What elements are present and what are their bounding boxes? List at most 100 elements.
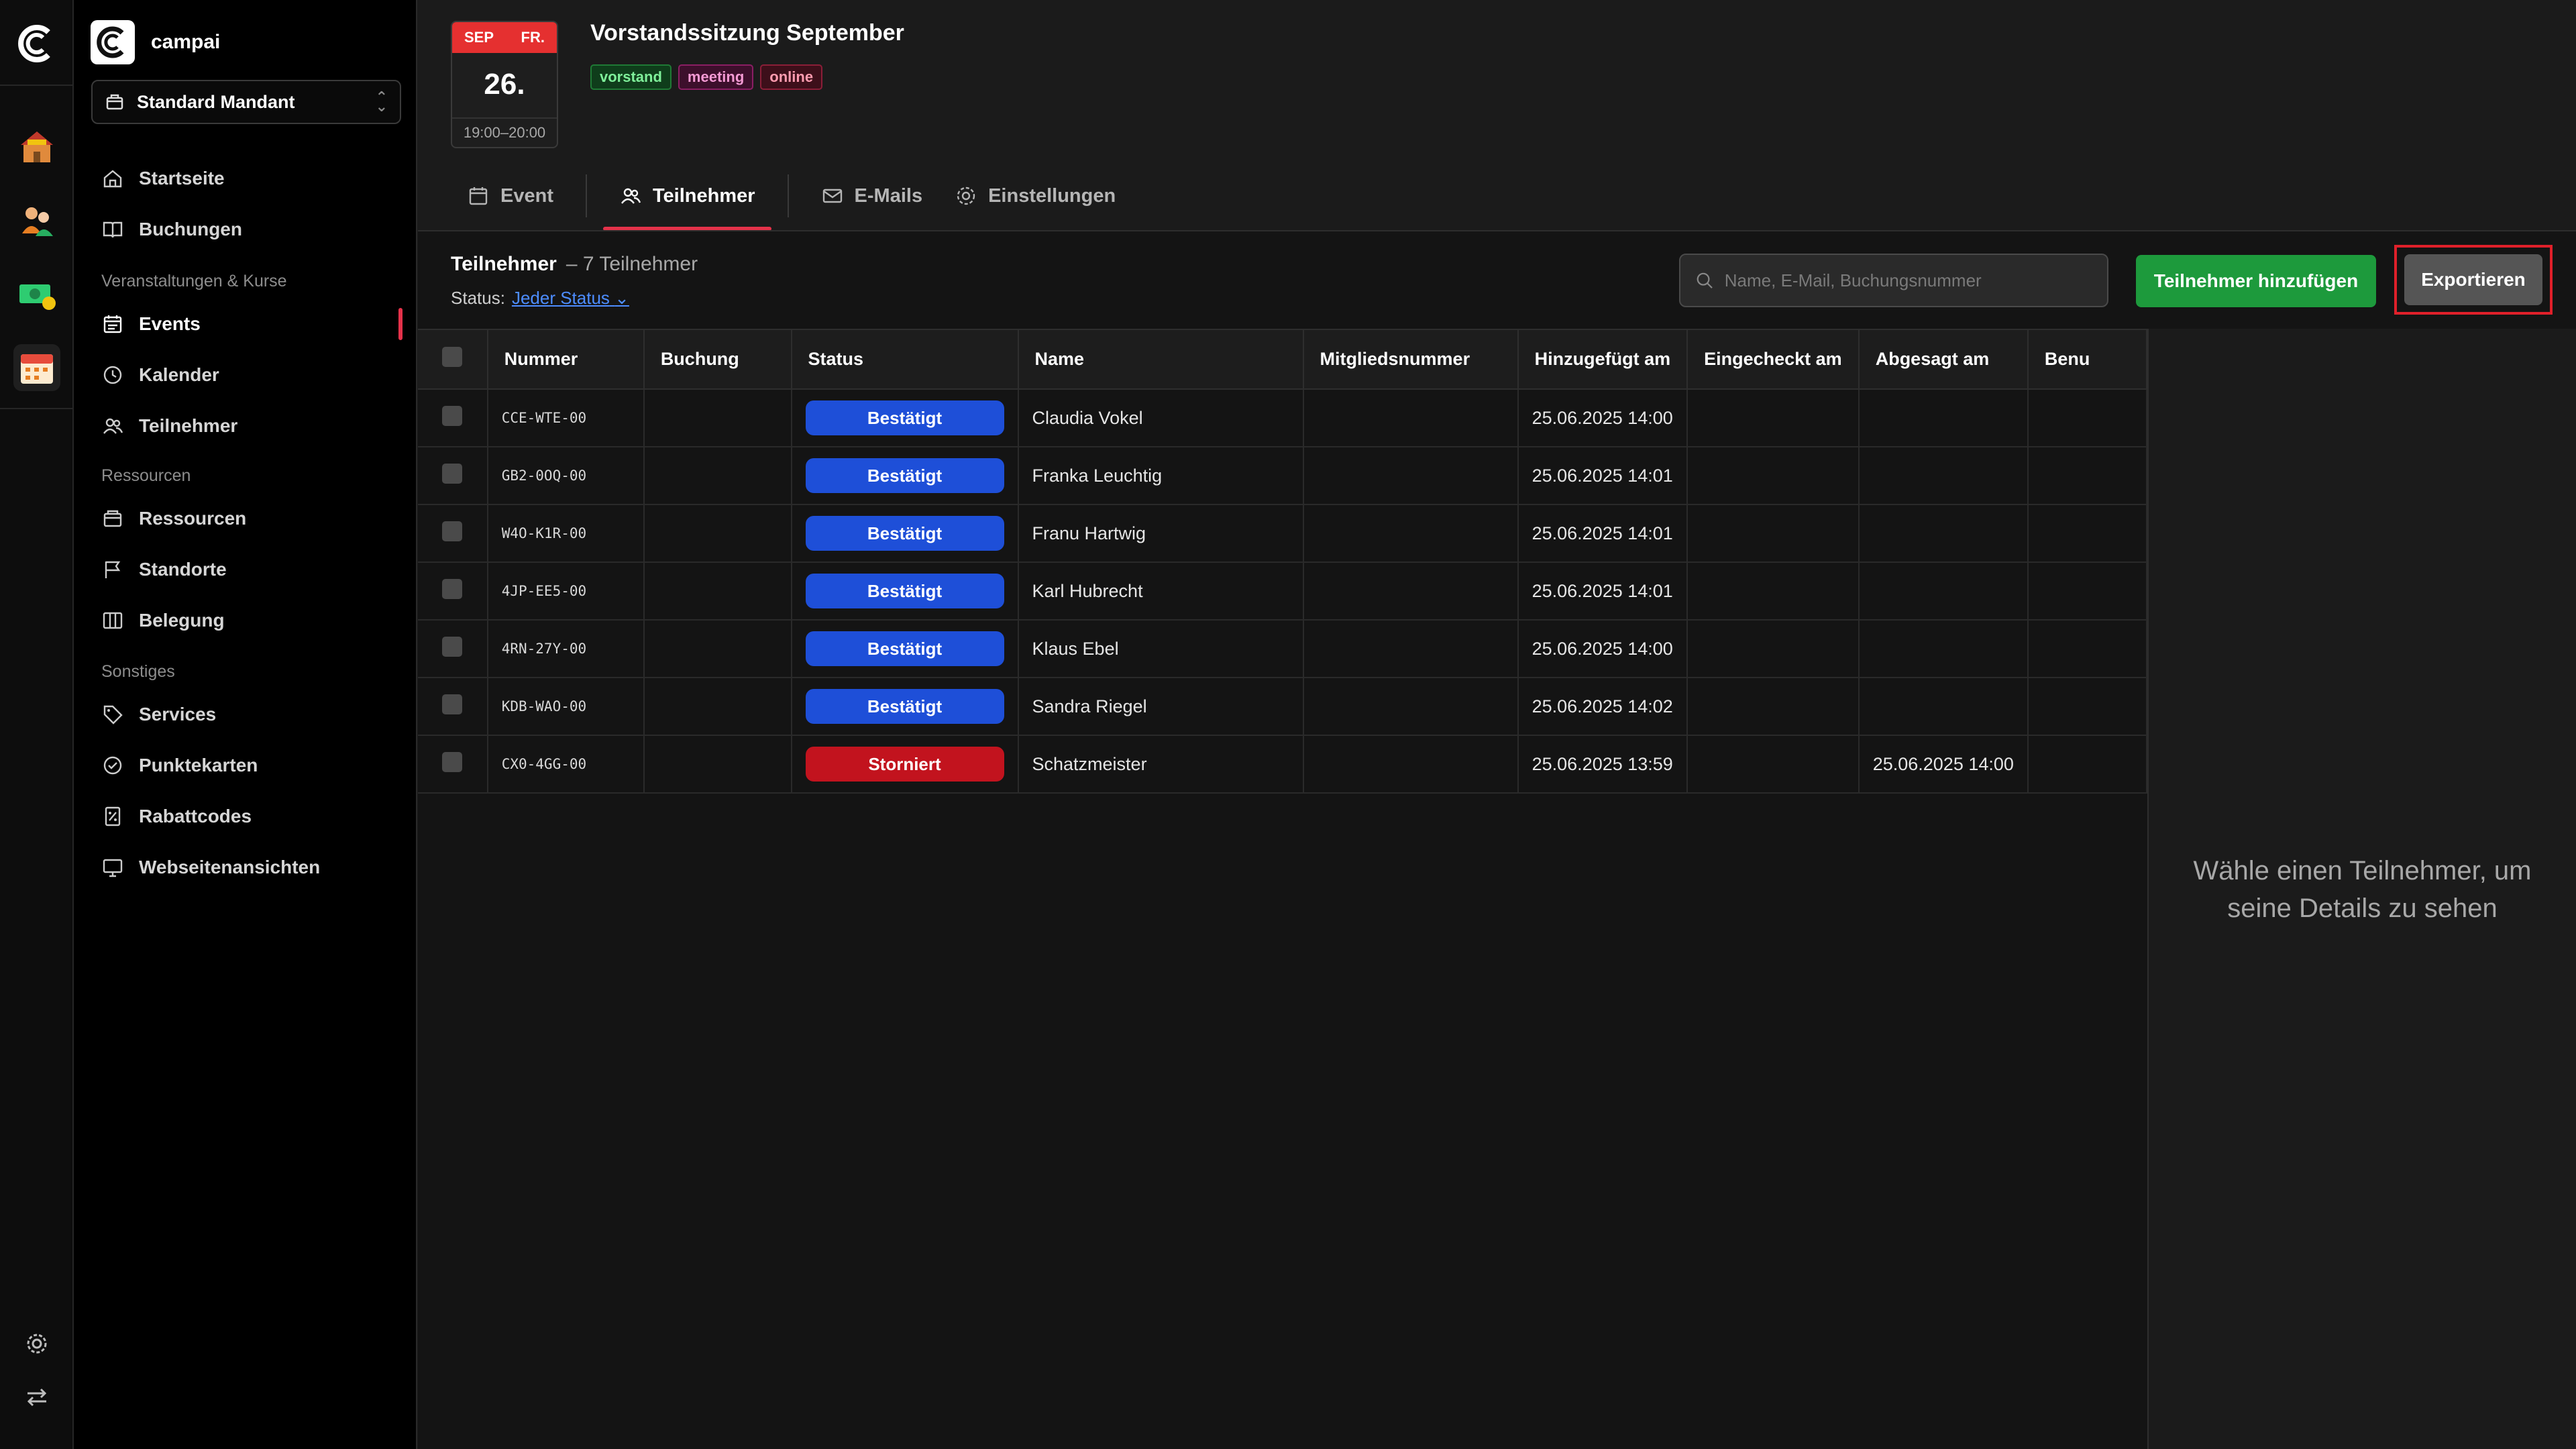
nav-item-buchungen[interactable]: Buchungen bbox=[101, 209, 396, 250]
row-checkbox[interactable] bbox=[442, 405, 462, 426]
nav-label: Rabattcodes bbox=[139, 806, 252, 826]
table-row[interactable]: CCE-WTE-00 Bestätigt Claudia Vokel 25.06… bbox=[418, 389, 2147, 447]
table-row[interactable]: 4RN-27Y-00 Bestätigt Klaus Ebel 25.06.20… bbox=[418, 620, 2147, 678]
row-checkbox[interactable] bbox=[442, 521, 462, 541]
switch-arrows-icon[interactable] bbox=[23, 1384, 50, 1411]
row-checkbox[interactable] bbox=[442, 636, 462, 657]
tab-teilnehmer[interactable]: Teilnehmer bbox=[602, 161, 771, 231]
row-checkbox[interactable] bbox=[442, 751, 462, 772]
nav-item-belegung[interactable]: Belegung bbox=[101, 600, 396, 641]
row-checkbox-cell[interactable] bbox=[418, 620, 488, 678]
row-checkbox-cell[interactable] bbox=[418, 562, 488, 621]
clock-icon bbox=[103, 366, 122, 384]
column-header[interactable]: Benu bbox=[2027, 330, 2147, 390]
column-header[interactable]: Status bbox=[791, 330, 1019, 390]
cell-hinzugefuegt: 25.06.2025 14:01 bbox=[1517, 504, 1688, 563]
row-checkbox[interactable] bbox=[442, 578, 462, 599]
table-row[interactable]: CX0-4GG-00 Storniert Schatzmeister 25.06… bbox=[418, 735, 2147, 794]
participants-panel: Teilnehmer – 7 Teilnehmer Status: Jeder St… bbox=[418, 231, 2576, 1449]
column-header[interactable]: Name bbox=[1018, 330, 1304, 390]
nav-item-teilnehmer[interactable]: Teilnehmer bbox=[101, 406, 396, 446]
select-all-checkbox-cell[interactable] bbox=[418, 330, 488, 390]
add-participant-button[interactable]: Teilnehmer hinzufügen bbox=[2136, 255, 2376, 307]
table-row[interactable]: 4JP-EE5-00 Bestätigt Karl Hubrecht 25.06… bbox=[418, 562, 2147, 621]
nav-label: Belegung bbox=[139, 610, 225, 631]
tab-event[interactable]: Event bbox=[451, 161, 570, 231]
column-header[interactable]: Abgesagt am bbox=[1858, 330, 2029, 390]
column-header[interactable]: Eingecheckt am bbox=[1687, 330, 1860, 390]
tab-emails[interactable]: E-Mails bbox=[805, 161, 939, 231]
cell-nummer: CX0-4GG-00 bbox=[487, 735, 645, 794]
members-app-icon[interactable] bbox=[13, 197, 60, 244]
column-header[interactable]: Hinzugefügt am bbox=[1517, 330, 1688, 390]
cell-name: Franka Leuchtig bbox=[1018, 447, 1304, 505]
settings-gear-icon[interactable] bbox=[23, 1330, 50, 1357]
finance-app-icon[interactable] bbox=[13, 270, 60, 317]
events-app-icon[interactable] bbox=[13, 344, 60, 391]
cell-nummer: CCE-WTE-00 bbox=[487, 389, 645, 447]
table-header-row: Nummer Buchung Status Name Mitgliedsnumm… bbox=[418, 330, 2147, 390]
nav-item-services[interactable]: Services bbox=[101, 694, 396, 735]
row-checkbox[interactable] bbox=[442, 694, 462, 714]
row-checkbox-cell[interactable] bbox=[418, 678, 488, 736]
cell-benutzer bbox=[2027, 562, 2147, 621]
cell-buchung bbox=[643, 678, 792, 736]
column-header[interactable]: Buchung bbox=[643, 330, 792, 390]
cell-nummer: 4JP-EE5-00 bbox=[487, 562, 645, 621]
nav-item-startseite[interactable]: Startseite bbox=[101, 158, 396, 199]
nav-item-events[interactable]: Events bbox=[101, 304, 396, 344]
home-icon bbox=[103, 170, 122, 188]
tag-badge[interactable]: meeting bbox=[678, 64, 754, 90]
participants-title: Teilnehmer bbox=[451, 253, 557, 275]
cell-status: Storniert bbox=[791, 735, 1019, 794]
tab-einstellungen[interactable]: Einstellungen bbox=[938, 161, 1132, 231]
tenant-name: Standard Mandant bbox=[137, 91, 295, 112]
check-circle-icon bbox=[103, 756, 122, 775]
cell-abgesagt bbox=[1858, 389, 2029, 447]
nav-label: Standorte bbox=[139, 559, 227, 580]
search-icon bbox=[1697, 272, 1713, 288]
column-header[interactable]: Nummer bbox=[487, 330, 645, 390]
nav-item-punktekarten[interactable]: Punktekarten bbox=[101, 745, 396, 786]
participants-heading: Teilnehmer – 7 Teilnehmer bbox=[451, 253, 698, 276]
tag-badge[interactable]: vorstand bbox=[590, 64, 672, 90]
cell-benutzer bbox=[2027, 620, 2147, 678]
event-tags: vorstand meeting online bbox=[590, 64, 823, 90]
nav-item-rabattcodes[interactable]: Rabattcodes bbox=[101, 796, 396, 837]
export-button[interactable]: Exportieren bbox=[2404, 254, 2542, 305]
nav-item-kalender[interactable]: Kalender bbox=[101, 355, 396, 395]
row-checkbox-cell[interactable] bbox=[418, 447, 488, 505]
nav-item-ressourcen[interactable]: Ressourcen bbox=[101, 498, 396, 539]
cell-status: Bestätigt bbox=[791, 447, 1019, 505]
status-filter-dropdown[interactable]: Jeder Status ⌄ bbox=[512, 288, 629, 308]
table-row[interactable]: KDB-WAO-00 Bestätigt Sandra Riegel 25.06… bbox=[418, 678, 2147, 736]
search-input[interactable] bbox=[1724, 270, 2092, 291]
brand[interactable]: campai bbox=[91, 20, 220, 64]
tag-badge[interactable]: online bbox=[760, 64, 823, 90]
status-badge: Bestätigt bbox=[805, 400, 1004, 435]
event-date-card: SEP FR. 26. 19:00–20:00 bbox=[451, 21, 558, 148]
search-field[interactable] bbox=[1679, 254, 2108, 307]
nav-item-standorte[interactable]: Standorte bbox=[101, 549, 396, 590]
column-header[interactable]: Mitgliedsnummer bbox=[1303, 330, 1519, 390]
campai-logo-icon[interactable] bbox=[16, 23, 58, 64]
table-row[interactable]: W4O-K1R-00 Bestätigt Franu Hartwig 25.06… bbox=[418, 504, 2147, 563]
event-day: 26. bbox=[484, 68, 525, 101]
row-checkbox-cell[interactable] bbox=[418, 504, 488, 563]
tag-icon bbox=[103, 705, 123, 724]
select-all-checkbox[interactable] bbox=[442, 347, 462, 367]
cell-buchung bbox=[643, 620, 792, 678]
nav-section-title: Ressourcen bbox=[101, 466, 191, 485]
club-app-icon[interactable] bbox=[13, 123, 60, 170]
tenant-selector[interactable]: Standard Mandant ⌃ ⌄ bbox=[91, 80, 401, 124]
cell-benutzer bbox=[2027, 389, 2147, 447]
table-row[interactable]: GB2-0OQ-00 Bestätigt Franka Leuchtig 25.… bbox=[418, 447, 2147, 505]
row-checkbox-cell[interactable] bbox=[418, 389, 488, 447]
cell-name: Franu Hartwig bbox=[1018, 504, 1304, 563]
nav-item-webseitenansichten[interactable]: Webseitenansichten bbox=[101, 847, 396, 888]
cell-mitgliedsnummer bbox=[1303, 678, 1519, 736]
app-rail bbox=[0, 0, 74, 1449]
row-checkbox[interactable] bbox=[442, 463, 462, 484]
row-checkbox-cell[interactable] bbox=[418, 735, 488, 794]
participants-table: Nummer Buchung Status Name Mitgliedsnumm… bbox=[418, 329, 2147, 1449]
